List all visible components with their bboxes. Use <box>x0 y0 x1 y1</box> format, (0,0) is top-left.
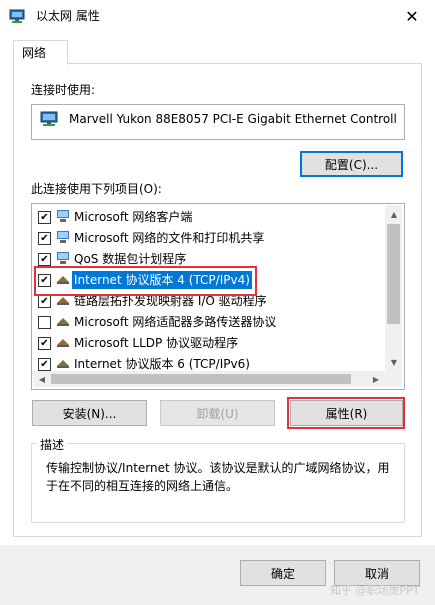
tab-network-label[interactable]: 网络 <box>22 44 46 61</box>
item-checkbox[interactable]: ✔ <box>38 358 51 371</box>
item-label[interactable]: QoS 数据包计划程序 <box>74 250 186 267</box>
scroll-left-arrow-icon[interactable]: ◀ <box>34 371 50 387</box>
watermark: 知乎 @职场虎PPT <box>330 584 420 597</box>
description-legend: 描述 <box>37 436 68 453</box>
list-item[interactable]: Microsoft 网络适配器多路传送器协议 <box>31 311 383 332</box>
network-client-icon <box>57 210 69 222</box>
items-section-label: 此连接使用下列项目(O): <box>31 182 162 196</box>
item-checkbox[interactable]: ✔ <box>38 274 51 287</box>
item-label[interactable]: Microsoft 网络适配器多路传送器协议 <box>74 313 276 330</box>
adapter-name: Marvell Yukon 88E8057 PCI-E Gigabit Ethe… <box>69 112 397 126</box>
item-checkbox[interactable]: ✔ <box>38 295 51 308</box>
file-printer-sharing-icon <box>57 231 69 243</box>
uninstall-button-label[interactable]: 卸载(U) <box>196 405 238 422</box>
vertical-scroll-thumb[interactable] <box>387 224 400 324</box>
list-item[interactable]: ✔ 链路层拓扑发现映射器 I/O 驱动程序 <box>31 290 383 311</box>
item-checkbox[interactable]: ✔ <box>38 232 51 245</box>
close-button[interactable]: ✕ <box>398 4 426 28</box>
list-item[interactable]: ✔ Microsoft 网络的文件和打印机共享 <box>31 227 383 248</box>
cancel-button-label[interactable]: 取消 <box>365 565 389 582</box>
item-label[interactable]: Internet 协议版本 6 (TCP/IPv6) <box>74 355 250 371</box>
protocol-icon <box>57 360 69 368</box>
list-item[interactable]: ✔ Microsoft 网络客户端 <box>31 206 383 227</box>
network-adapter-icon <box>9 9 25 23</box>
scroll-right-arrow-icon[interactable]: ▶ <box>368 371 384 387</box>
list-item[interactable]: ✔ QoS 数据包计划程序 <box>31 248 383 269</box>
install-button-label[interactable]: 安装(N)... <box>63 405 117 422</box>
configure-button-label[interactable]: 配置(C)... <box>325 156 378 173</box>
list-item-selected[interactable]: ✔ Internet 协议版本 4 (TCP/IPv4) <box>31 269 383 290</box>
items-list-rows: ✔ Microsoft 网络客户端 ✔ Microsoft 网络的文件和打印机共… <box>31 206 383 371</box>
protocol-icon <box>57 339 69 347</box>
item-label[interactable]: 链路层拓扑发现映射器 I/O 驱动程序 <box>74 292 267 309</box>
network-adapter-icon <box>40 111 58 126</box>
description-text: 传输控制协议/Internet 协议。该协议是默认的广域网络协议，用于在不同的相… <box>46 461 390 493</box>
scroll-corner <box>385 371 402 387</box>
properties-button-label[interactable]: 属性(R) <box>326 405 368 422</box>
item-checkbox[interactable]: ✔ <box>38 211 51 224</box>
qos-scheduler-icon <box>57 252 69 264</box>
list-item[interactable]: ✔ Internet 协议版本 6 (TCP/IPv6) <box>31 353 383 371</box>
uninstall-button[interactable]: 卸载(U) <box>160 400 275 426</box>
window-title: 以太网 属性 <box>36 9 100 23</box>
item-label[interactable]: Microsoft 网络的文件和打印机共享 <box>74 229 264 246</box>
item-checkbox[interactable] <box>38 316 51 329</box>
item-label[interactable]: Microsoft LLDP 协议驱动程序 <box>74 334 238 351</box>
configure-button[interactable]: 配置(C)... <box>300 151 403 177</box>
properties-button[interactable]: 属性(R) <box>290 400 403 426</box>
protocol-icon <box>57 297 69 305</box>
install-button[interactable]: 安装(N)... <box>32 400 147 426</box>
list-item[interactable]: ✔ Microsoft LLDP 协议驱动程序 <box>31 332 383 353</box>
item-checkbox[interactable]: ✔ <box>38 337 51 350</box>
item-label[interactable]: Microsoft 网络客户端 <box>74 208 192 225</box>
close-icon[interactable]: ✕ <box>405 7 418 26</box>
scroll-down-arrow-icon[interactable]: ▼ <box>386 354 402 370</box>
protocol-icon <box>57 276 69 284</box>
item-checkbox[interactable]: ✔ <box>38 253 51 266</box>
protocol-icon <box>57 318 69 326</box>
item-label[interactable]: Internet 协议版本 4 (TCP/IPv4) <box>72 270 252 289</box>
ok-button[interactable]: 确定 <box>240 560 326 586</box>
scroll-up-arrow-icon[interactable]: ▲ <box>386 206 402 222</box>
connect-using-label: 连接时使用: <box>31 83 96 97</box>
ok-button-label[interactable]: 确定 <box>271 565 295 582</box>
horizontal-scroll-thumb[interactable] <box>51 374 351 384</box>
